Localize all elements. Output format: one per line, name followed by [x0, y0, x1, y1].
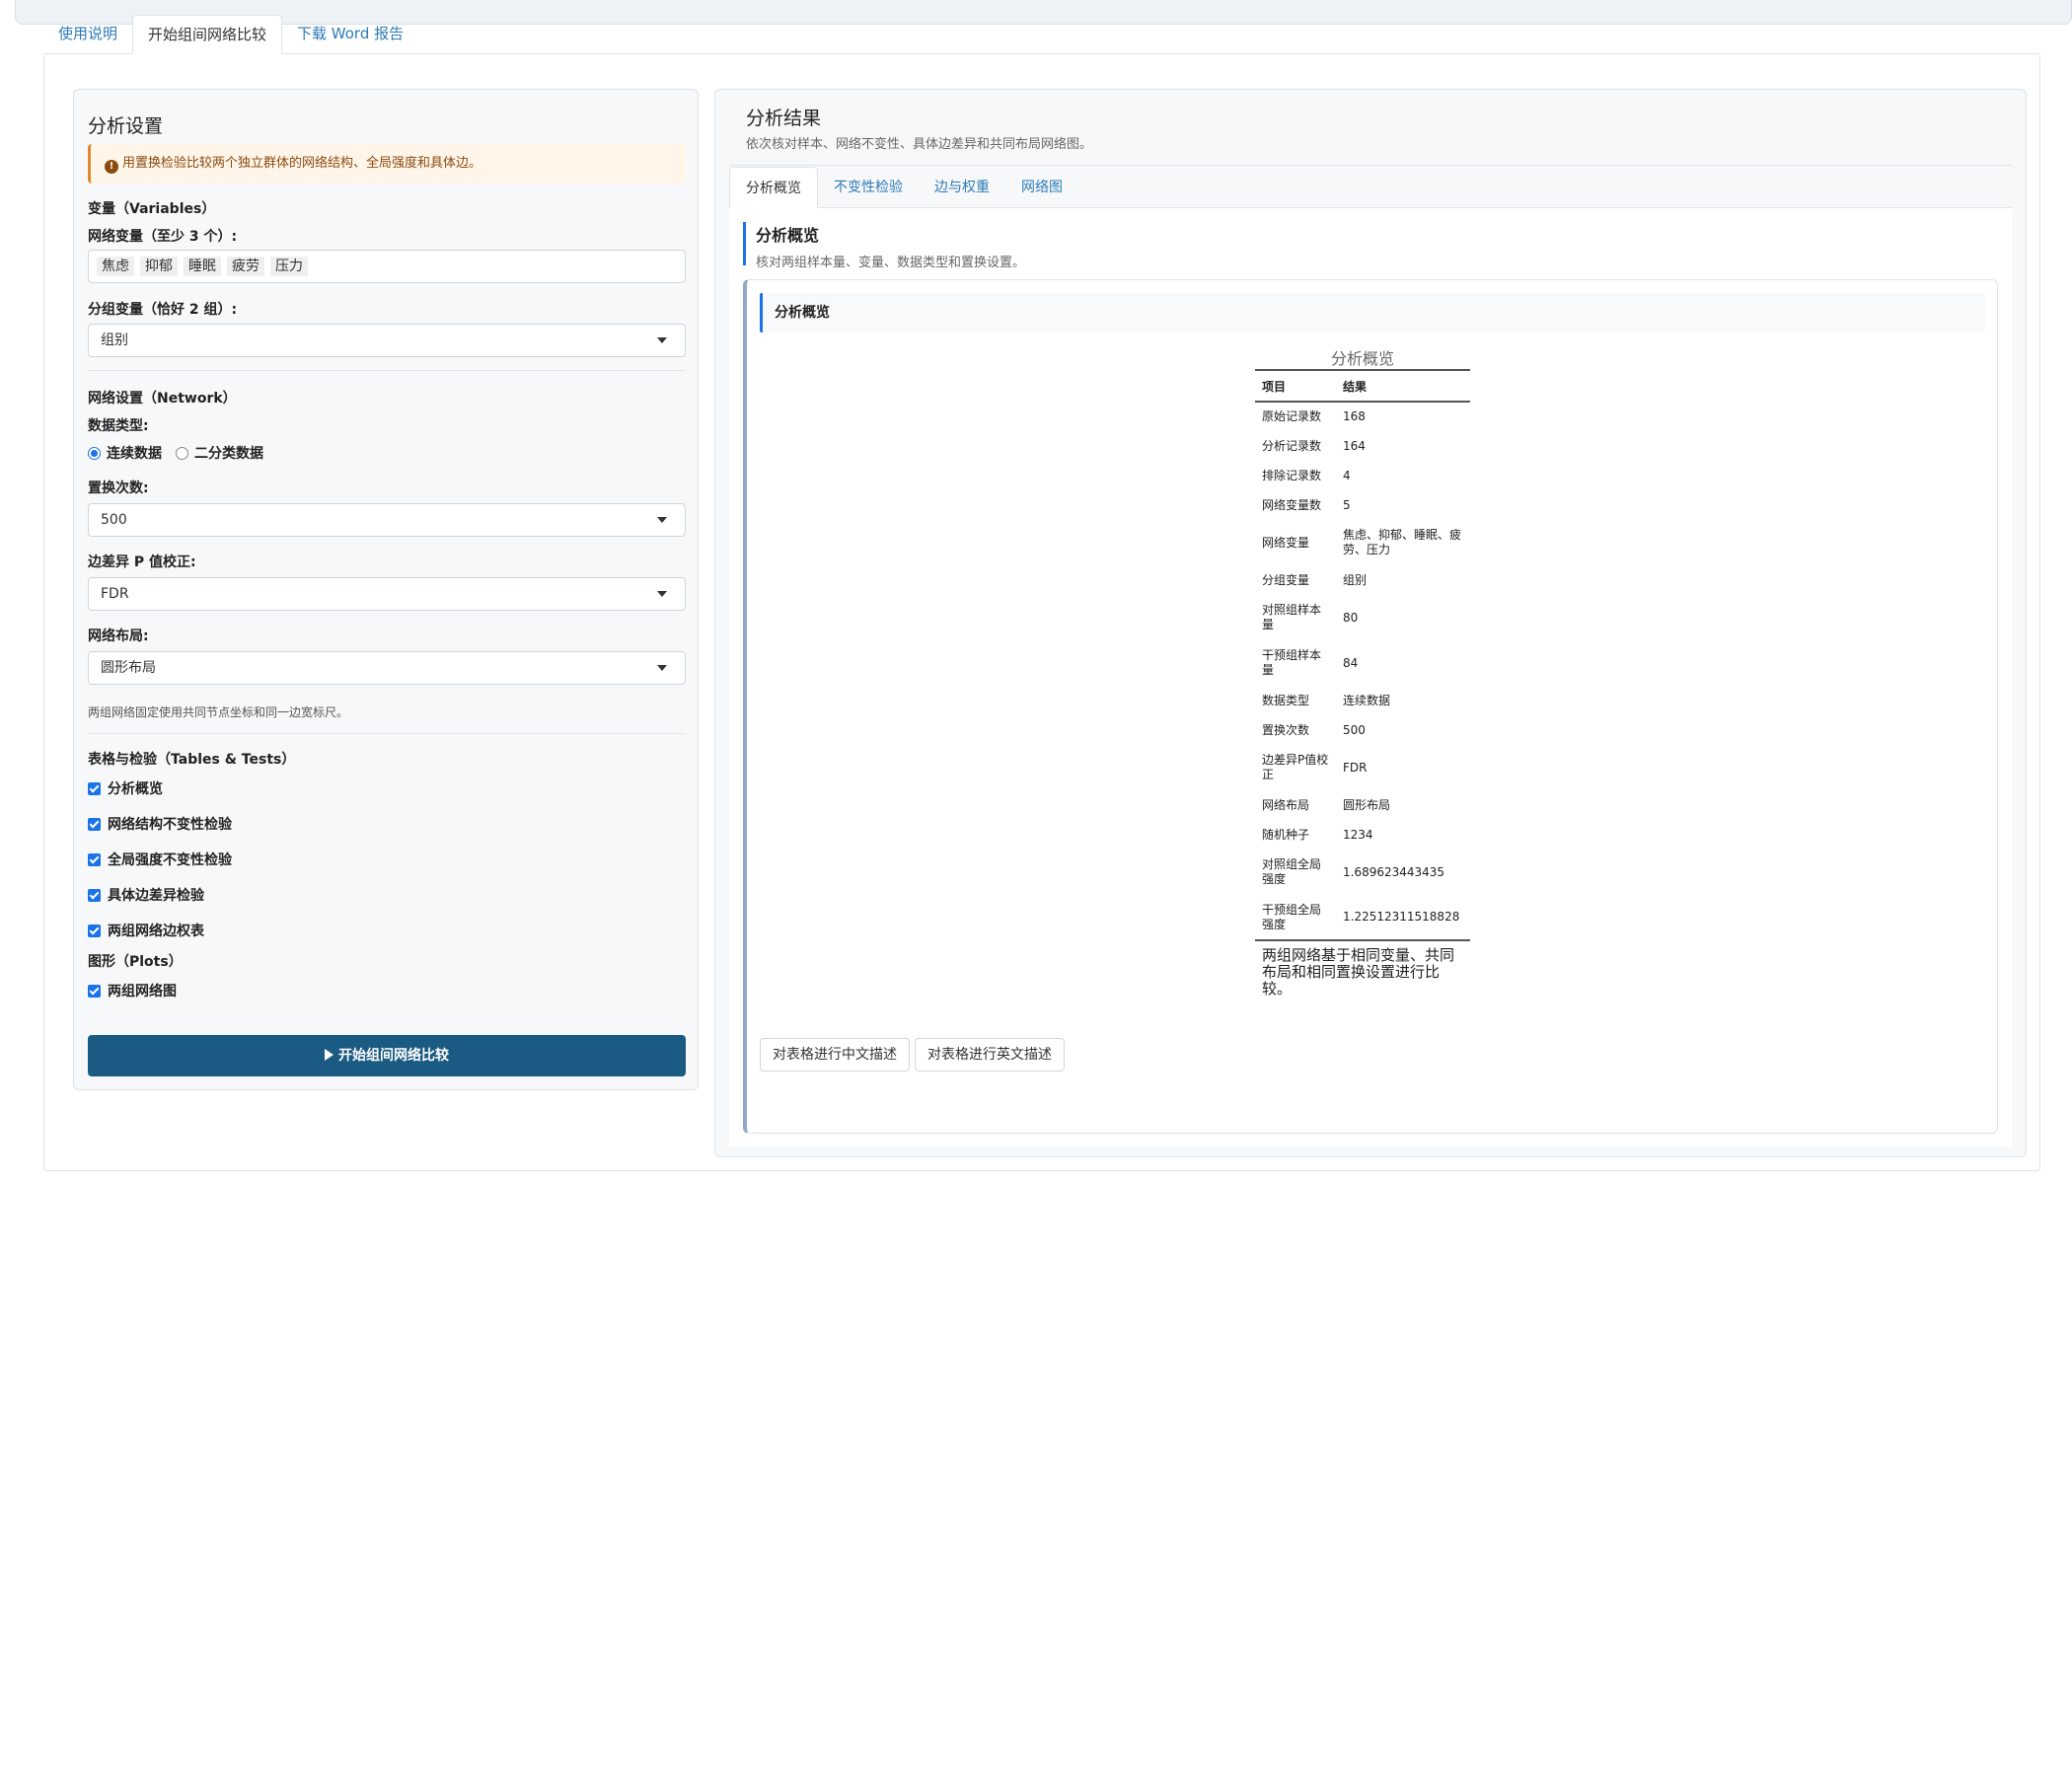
var-tag[interactable]: 焦虑 — [97, 257, 134, 276]
tab-start-comparison[interactable]: 开始组间网络比较 — [132, 15, 283, 54]
table-row: 网络变量 焦虑、抑郁、睡眠、疲劳、压力 — [1262, 528, 1462, 556]
table-row: 分组变量 组别 — [1262, 572, 1368, 587]
check-overview[interactable]: 分析概览 — [88, 778, 163, 798]
settings-panel: 分析设置 ! 用置换检验比较两个独立群体的网络结构、全局强度和具体边。 变量（Va… — [73, 89, 699, 1090]
checkbox-icon[interactable] — [88, 817, 101, 831]
tab-edges-weights[interactable]: 边与权重 — [919, 167, 1005, 208]
table-row: 随机种子 1234 — [1262, 827, 1373, 842]
permutations-label: 置换次数: — [88, 481, 149, 496]
divider — [88, 370, 686, 371]
network-vars-input[interactable]: 焦虑 抑郁 睡眠 疲劳 压力 — [88, 250, 686, 283]
info-icon: ! — [105, 160, 118, 174]
data-type-radio-group: 连续数据 二分类数据 — [88, 443, 263, 463]
tables-heading: 表格与检验（Tables & Tests） — [88, 752, 296, 768]
layout-select[interactable]: 圆形布局 — [88, 651, 686, 685]
check-structure-invariance[interactable]: 网络结构不变性检验 — [88, 814, 232, 834]
run-comparison-button[interactable]: 开始组间网络比较 — [88, 1035, 686, 1076]
play-icon — [325, 1049, 333, 1061]
layout-help-text: 两组网络固定使用共同节点坐标和同一边宽标尺。 — [88, 705, 349, 719]
table-row: 干预组全局强度 1.22512311518828 — [1255, 895, 1470, 941]
var-tag[interactable]: 抑郁 — [140, 257, 178, 276]
overview-card: 分析概览 分析概览 项目 结果 原始记录数 168 分析记录数 164 排除记录数 4 — [743, 279, 1998, 1134]
table-row: 分析记录数 164 — [1262, 438, 1366, 453]
var-tag[interactable]: 睡眠 — [184, 257, 221, 276]
results-tabs: 分析概览 不变性检验 边与权重 网络图 — [729, 167, 2012, 208]
table-row: 置换次数 500 — [1262, 722, 1366, 737]
tab-overview[interactable]: 分析概览 — [729, 167, 818, 208]
overview-header: 分析概览 核对两组样本量、变量、数据类型和置换设置。 — [743, 222, 1025, 270]
checkbox-icon[interactable] — [88, 852, 101, 866]
tab-network-plot[interactable]: 网络图 — [1005, 167, 1078, 208]
var-tag[interactable]: 压力 — [270, 257, 308, 276]
divider — [88, 733, 686, 734]
radio-continuous[interactable] — [88, 446, 101, 460]
check-edge-diff[interactable]: 具体边差异检验 — [88, 885, 204, 905]
results-panel: 分析结果 依次核对样本、网络不变性、具体边差异和共同布局网络图。 分析概览 不变… — [714, 89, 2027, 1157]
table-row: 干预组样本量 84 — [1262, 648, 1359, 677]
pcorrect-label: 边差异 P 值校正: — [88, 555, 196, 570]
radio-binary[interactable] — [176, 446, 188, 460]
table-note: 两组网络基于相同变量、共同布局和相同置换设置进行比较。 — [1262, 946, 1455, 998]
checkbox-icon[interactable] — [88, 984, 101, 998]
chevron-down-icon — [657, 591, 667, 597]
main-tabs: 使用说明 开始组间网络比较 下载 Word 报告 — [43, 15, 418, 54]
permutations-select[interactable]: 500 — [88, 503, 686, 537]
results-title: 分析结果 — [746, 108, 822, 129]
pcorrect-select[interactable]: FDR — [88, 577, 686, 611]
overview-subtitle: 核对两组样本量、变量、数据类型和置换设置。 — [756, 256, 1026, 270]
describe-chinese-button[interactable]: 对表格进行中文描述 — [760, 1038, 910, 1072]
settings-title: 分析设置 — [88, 115, 164, 137]
network-heading: 网络设置（Network） — [88, 391, 237, 407]
chevron-down-icon — [657, 665, 667, 671]
info-alert-text: 用置换检验比较两个独立群体的网络结构、全局强度和具体边。 — [122, 156, 482, 171]
table-row: 数据类型 连续数据 — [1262, 693, 1391, 707]
group-var-select[interactable]: 组别 — [88, 324, 686, 357]
overview-title: 分析概览 — [756, 226, 820, 245]
table-header: 项目 — [1255, 369, 1336, 403]
radio-continuous-label: 连续数据 — [107, 446, 162, 462]
table-row: 对照组样本量 80 — [1262, 603, 1359, 631]
group-var-label: 分组变量（恰好 2 组）: — [88, 302, 238, 318]
results-subtitle: 依次核对样本、网络不变性、具体边差异和共同布局网络图。 — [746, 137, 1093, 152]
summary-table: 分析概览 项目 结果 原始记录数 168 分析记录数 164 排除记录数 4 网络变量… — [1255, 345, 1470, 998]
table-row: 原始记录数 168 — [1262, 409, 1366, 423]
radio-binary-label: 二分类数据 — [194, 446, 263, 462]
network-vars-label: 网络变量（至少 3 个）: — [88, 229, 238, 245]
chevron-down-icon — [657, 337, 667, 343]
info-alert: ! 用置换检验比较两个独立群体的网络结构、全局强度和具体边。 — [88, 144, 686, 184]
group-var-value: 组别 — [101, 333, 128, 348]
table-row: 排除记录数 4 — [1262, 468, 1351, 482]
permutations-value: 500 — [101, 512, 127, 528]
card-title: 分析概览 — [760, 293, 1985, 333]
check-strength-invariance[interactable]: 全局强度不变性检验 — [88, 850, 232, 869]
layout-value: 圆形布局 — [101, 660, 156, 676]
check-edge-weights[interactable]: 两组网络边权表 — [88, 921, 204, 940]
overview-pane: 分析概览 核对两组样本量、变量、数据类型和置换设置。 分析概览 分析概览 项目 … — [729, 208, 2012, 1147]
table-row: 边差异P值校正 FDR — [1262, 753, 1368, 781]
tab-instructions[interactable]: 使用说明 — [43, 15, 132, 54]
table-header: 结果 — [1336, 369, 1470, 403]
table-row: 对照组全局强度 1.689623443435 — [1262, 857, 1445, 886]
var-tag[interactable]: 疲劳 — [227, 257, 264, 276]
plots-heading: 图形（Plots） — [88, 954, 183, 970]
tab-download-word[interactable]: 下载 Word 报告 — [282, 15, 418, 54]
check-network-plot[interactable]: 两组网络图 — [88, 981, 177, 1000]
checkbox-icon[interactable] — [88, 781, 101, 795]
layout-label: 网络布局: — [88, 629, 149, 644]
divider — [729, 165, 2012, 166]
table-caption: 分析概览 — [1330, 349, 1394, 368]
table-row: 网络变量数 5 — [1262, 497, 1351, 512]
tab-invariance[interactable]: 不变性检验 — [818, 167, 919, 208]
table-row: 网络布局 圆形布局 — [1262, 797, 1391, 812]
pcorrect-value: FDR — [101, 586, 129, 602]
chevron-down-icon — [657, 517, 667, 523]
describe-english-button[interactable]: 对表格进行英文描述 — [915, 1038, 1065, 1072]
data-type-label: 数据类型: — [88, 418, 149, 434]
checkbox-icon[interactable] — [88, 924, 101, 937]
variables-heading: 变量（Variables） — [88, 201, 216, 217]
checkbox-icon[interactable] — [88, 888, 101, 902]
